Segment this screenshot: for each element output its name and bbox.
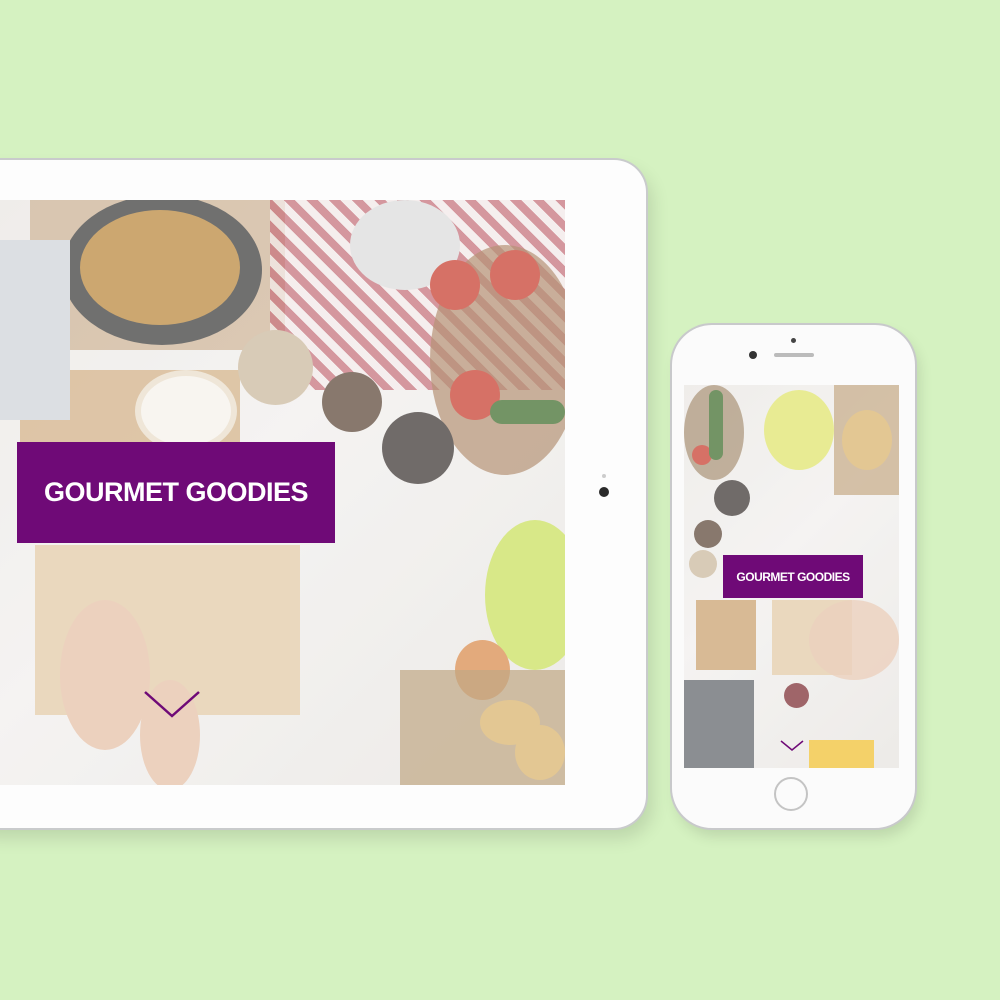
- hero-title: GOURMET GOODIES: [43, 477, 309, 507]
- phone-screen: GOURMET GOODIES: [684, 385, 899, 768]
- tablet-sensor: [602, 474, 606, 478]
- chevron-down-icon[interactable]: [143, 690, 203, 720]
- phone-camera: [749, 351, 757, 359]
- hero-title-mobile: GOURMET GOODIES: [736, 569, 850, 584]
- chevron-down-icon-mobile[interactable]: [780, 740, 804, 752]
- phone-speaker: [774, 353, 814, 357]
- hero-title-banner-mobile: GOURMET GOODIES: [723, 555, 863, 598]
- hero-title-banner: GOURMET GOODIES: [17, 442, 335, 543]
- tablet-camera: [599, 487, 609, 497]
- phone-home-button[interactable]: [774, 777, 808, 811]
- phone-sensor: [791, 338, 796, 343]
- tablet-screen: GOURMET GOODIES: [0, 200, 565, 785]
